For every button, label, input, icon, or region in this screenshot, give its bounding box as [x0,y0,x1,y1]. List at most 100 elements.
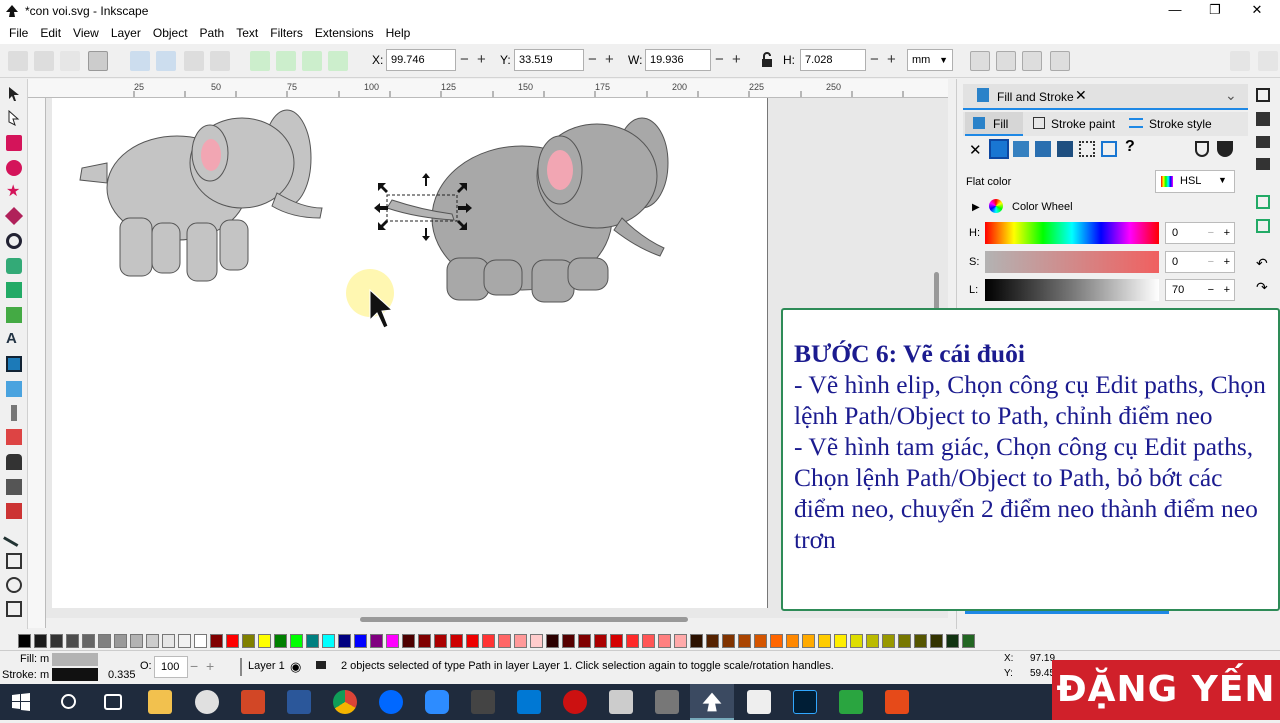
palette-swatch[interactable] [754,634,767,648]
palette-swatch[interactable] [866,634,879,648]
menu-extensions[interactable]: Extensions [309,26,380,40]
snap-icon[interactable] [1230,51,1250,71]
menu-help[interactable]: Help [380,26,417,40]
close-button[interactable]: ✕ [1237,0,1277,22]
h-minus-button[interactable]: − [870,49,879,71]
app-icon[interactable] [839,690,863,714]
unit-select[interactable]: mm ▼ [907,49,953,71]
scale-stroke-icon[interactable] [970,51,990,71]
close-tab-icon[interactable]: ✕ [1075,87,1087,104]
select-all-layers-icon[interactable] [34,51,54,71]
palette-swatch[interactable] [562,634,575,648]
import-icon[interactable] [1256,195,1270,209]
minimize-button[interactable]: — [1155,0,1195,22]
x-minus-button[interactable]: − [460,49,469,71]
y-field[interactable]: 33.519 [514,49,584,71]
swatch-icon[interactable] [1101,141,1117,157]
w-minus-button[interactable]: − [715,49,724,71]
pencil-tool-icon[interactable] [6,258,22,274]
panel-tab[interactable]: Fill and Stroke ✕ [963,84,1248,110]
palette-swatch[interactable] [834,634,847,648]
hue-field[interactable]: 0 − + [1165,222,1235,244]
lower-icon[interactable] [302,51,322,71]
tab-stroke-paint[interactable]: Stroke paint [1027,112,1121,136]
pattern-icon[interactable] [1079,141,1095,157]
palette-swatch[interactable] [914,634,927,648]
saturation-plus-button[interactable]: + [1224,252,1230,272]
zalo-icon[interactable] [379,690,403,714]
unset-paint-icon[interactable]: ? [1125,138,1135,156]
lock-icon[interactable] [316,661,326,669]
app-icon[interactable] [885,690,909,714]
palette-swatch[interactable] [930,634,943,648]
fill-rule-nonzero-icon[interactable] [1217,141,1233,157]
palette-swatch[interactable] [466,634,479,648]
menu-text[interactable]: Text [230,26,264,40]
w-field[interactable]: 19.936 [645,49,711,71]
palette-swatch[interactable] [450,634,463,648]
spray-tool-icon[interactable] [6,479,22,495]
palette-swatch[interactable] [98,634,111,648]
touch-select-icon[interactable] [88,51,108,71]
palette-swatch[interactable] [898,634,911,648]
palette-swatch[interactable] [258,634,271,648]
h-field[interactable]: 7.028 [800,49,866,71]
palette-swatch[interactable] [370,634,383,648]
eraser-tool-icon[interactable] [6,503,22,519]
saturation-minus-button[interactable]: − [1208,252,1214,272]
palette-swatch[interactable] [722,634,735,648]
open-document-icon[interactable] [1256,112,1270,126]
menu-edit[interactable]: Edit [34,26,67,40]
move-patterns-icon[interactable] [1050,51,1070,71]
palette-swatch[interactable] [482,634,495,648]
lightness-plus-button[interactable]: + [1224,280,1230,300]
rotate-cw-icon[interactable] [156,51,176,71]
palette-swatch[interactable] [34,634,47,648]
palette-swatch[interactable] [386,634,399,648]
select-all-icon[interactable] [8,51,28,71]
hue-slider[interactable] [985,222,1159,244]
new-document-icon[interactable] [1256,88,1270,102]
zoom-tool-icon[interactable] [6,577,22,593]
rotate-ccw-icon[interactable] [130,51,150,71]
app-icon[interactable] [609,690,633,714]
palette-swatch[interactable] [66,634,79,648]
palette-swatch[interactable] [546,634,559,648]
calligraphy-tool-icon[interactable] [6,307,22,323]
palette-swatch[interactable] [114,634,127,648]
connector-tool-icon[interactable] [3,525,25,547]
palette-swatch[interactable] [50,634,63,648]
palette-swatch[interactable] [146,634,159,648]
saturation-field[interactable]: 0 − + [1165,251,1235,273]
word-icon[interactable] [287,690,311,714]
x-field[interactable]: 99.746 [386,49,456,71]
app-icon[interactable] [563,690,587,714]
expander-icon[interactable]: ▶ [972,202,980,213]
palette-swatch[interactable] [818,634,831,648]
zoom-app-icon[interactable] [425,690,449,714]
flat-color-icon[interactable] [989,139,1009,159]
selector-tool-icon[interactable] [6,86,22,102]
snap-menu-icon[interactable] [1258,51,1278,71]
palette-swatch[interactable] [242,634,255,648]
mesh-tool-icon[interactable] [6,381,22,397]
file-explorer-icon[interactable] [148,690,172,714]
w-plus-button[interactable]: + [732,49,741,71]
star-tool-icon[interactable]: ★ [6,184,22,200]
palette-swatch[interactable] [434,634,447,648]
palette-swatch[interactable] [674,634,687,648]
undo-icon[interactable]: ↶ [1256,255,1268,272]
palette-swatch[interactable] [178,634,191,648]
opacity-plus-button[interactable]: + [206,658,214,674]
deselect-icon[interactable] [60,51,80,71]
lightness-minus-button[interactable]: − [1208,280,1214,300]
3d-box-tool-icon[interactable] [4,206,24,226]
menu-layer[interactable]: Layer [105,26,147,40]
hue-plus-button[interactable]: + [1224,223,1230,243]
pages-tool-icon[interactable] [6,601,22,617]
menu-view[interactable]: View [67,26,105,40]
palette-swatch[interactable] [802,634,815,648]
lower-to-bottom-icon[interactable] [328,51,348,71]
palette-swatch[interactable] [194,634,207,648]
lightness-field[interactable]: 70 − + [1165,279,1235,301]
